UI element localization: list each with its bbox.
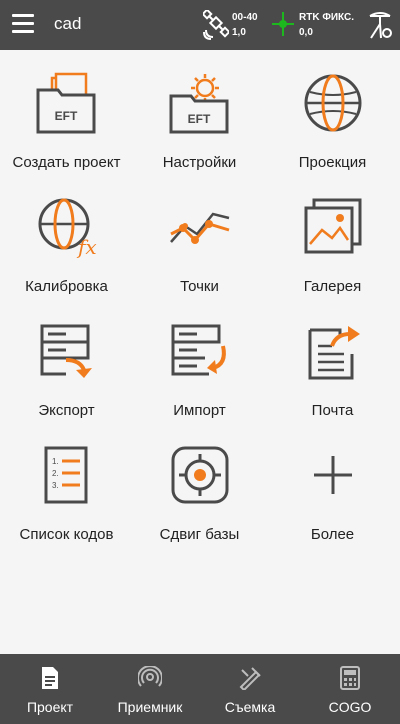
calibration-icon: fx — [38, 198, 97, 258]
tile-label: Галерея — [303, 278, 362, 295]
svg-text:1.: 1. — [52, 457, 59, 466]
nav-cogo[interactable]: COGO — [300, 654, 400, 724]
tile-label: Почта — [311, 402, 354, 419]
top-bar: cad 00-40 1,0 RTK ФИКС. 0,0 — [0, 0, 400, 50]
tile-mail[interactable]: Почта — [266, 298, 399, 422]
svg-text:EFT: EFT — [188, 112, 211, 126]
tile-points[interactable]: Точки — [133, 174, 266, 298]
gallery-icon — [304, 198, 362, 254]
svg-text:3.: 3. — [52, 481, 59, 490]
tile-base-shift[interactable]: Сдвиг базы — [133, 422, 266, 546]
nav-survey[interactable]: Съемка — [200, 654, 300, 724]
nav-label: Съемка — [224, 699, 276, 715]
tile-gallery[interactable]: Галерея — [266, 174, 399, 298]
settings-folder-icon: EFT — [169, 74, 229, 134]
svg-text:2.: 2. — [52, 469, 59, 478]
nav-receiver[interactable]: Приемник — [100, 654, 200, 724]
bottom-nav: Проект Приемник Съемка COGO — [0, 654, 400, 724]
svg-text:EFT: EFT — [55, 109, 78, 123]
tile-label: Импорт — [173, 402, 226, 419]
export-icon — [40, 324, 92, 378]
tile-code-list[interactable]: 1. 2. 3. Список кодов — [0, 422, 133, 546]
satellite-icon — [203, 10, 229, 40]
rtk-solution: RTK ФИКС. — [299, 12, 355, 23]
satellite-status: 00-40 1,0 — [232, 10, 258, 40]
project-doc-icon — [42, 667, 58, 689]
rtk-fix-icon — [272, 12, 294, 36]
tile-label: Список кодов — [19, 526, 114, 543]
receiver-icon — [138, 666, 162, 687]
tile-calibration[interactable]: fx Калибровка — [0, 174, 133, 298]
rtk-age: 0,0 — [299, 27, 313, 38]
survey-icon — [239, 667, 261, 690]
tile-label: Точки — [180, 278, 219, 295]
tile-import[interactable]: Импорт — [133, 298, 266, 422]
code-list-icon: 1. 2. 3. — [44, 446, 88, 504]
menu-icon[interactable] — [12, 14, 34, 34]
tile-label: Настройки — [162, 154, 237, 171]
svg-text:fx: fx — [76, 235, 97, 258]
tile-settings[interactable]: EFT Настройки — [133, 50, 266, 174]
nav-label: Проект — [26, 699, 74, 715]
satellite-pdop: 1,0 — [232, 27, 246, 38]
tile-projection[interactable]: Проекция — [266, 50, 399, 174]
mail-icon — [308, 326, 360, 380]
nav-project[interactable]: Проект — [0, 654, 100, 724]
base-shift-icon — [171, 446, 229, 504]
nav-label: Приемник — [117, 699, 183, 715]
rtk-status: RTK ФИКС. 0,0 — [299, 10, 354, 40]
nav-label: COGO — [328, 699, 372, 715]
tile-label: Калибровка — [25, 278, 108, 295]
project-title: cad — [54, 14, 82, 33]
satellite-count: 00-40 — [232, 12, 258, 23]
tile-label: Сдвиг базы — [159, 526, 240, 543]
create-project-icon: EFT — [36, 72, 96, 134]
rover-settings-icon[interactable] — [366, 10, 394, 40]
tile-export[interactable]: Экспорт — [0, 298, 133, 422]
tile-more[interactable]: Более — [266, 422, 399, 546]
plus-icon — [314, 456, 352, 494]
tile-label: Экспорт — [38, 402, 95, 419]
tile-label: Проекция — [298, 154, 367, 171]
tile-create-project[interactable]: EFT Создать проект — [0, 50, 133, 174]
points-icon — [170, 212, 230, 244]
tile-label: Создать проект — [12, 154, 121, 171]
import-icon — [171, 324, 226, 376]
calculator-icon — [340, 666, 360, 690]
tile-label: Более — [310, 526, 355, 543]
projection-globe-icon — [304, 74, 362, 132]
